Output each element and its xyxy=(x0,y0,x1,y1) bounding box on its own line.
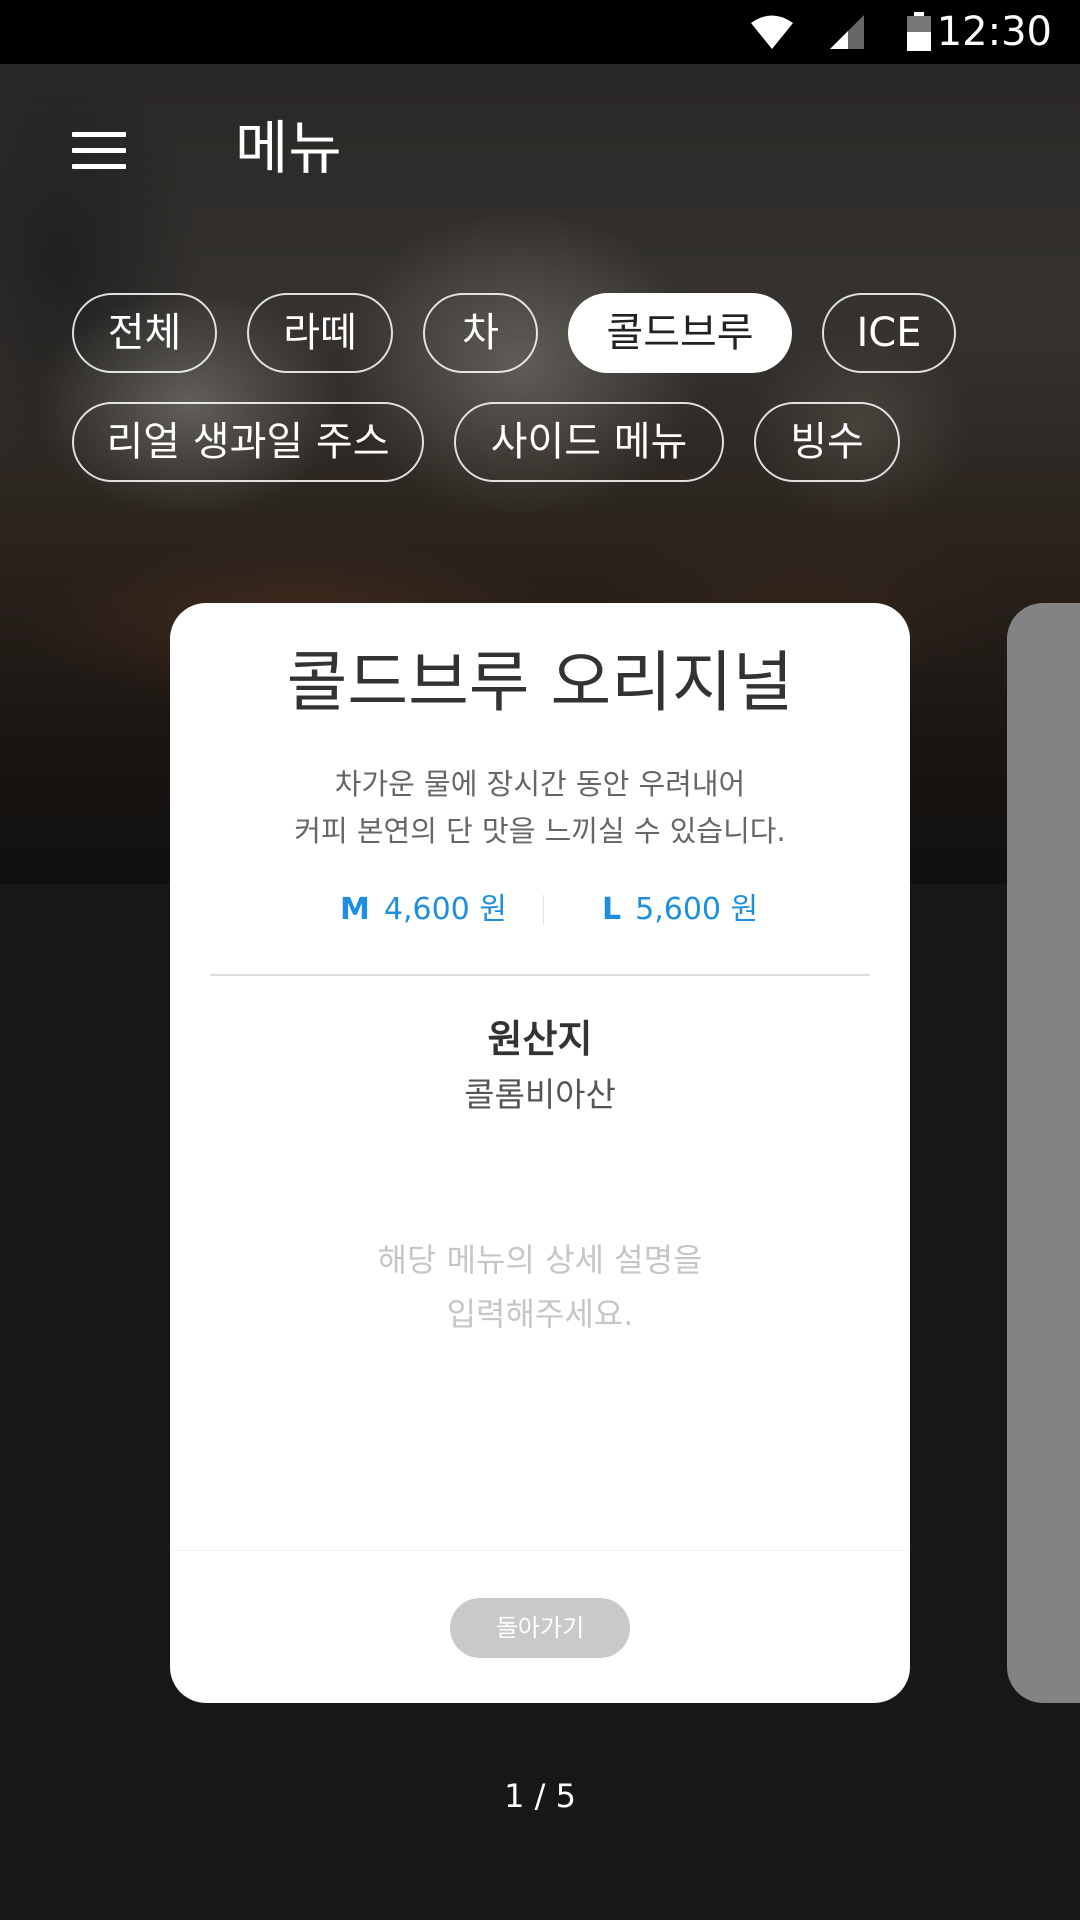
category-chip-bingsu[interactable]: 빙수 xyxy=(754,402,900,482)
menu-item-description: 차가운 물에 장시간 동안 우려내어 커피 본연의 단 맛을 느끼실 수 있습니… xyxy=(170,761,910,855)
menu-item-title: 콜드브루 오리지널 xyxy=(286,644,794,721)
category-chip-juice[interactable]: 리얼 생과일 주스 xyxy=(72,402,424,482)
price-row: M 4,600 원 L 5,600 원 xyxy=(170,885,910,935)
placeholder-line: 입력해주세요. xyxy=(446,1295,634,1333)
price-amount: 4,600 원 xyxy=(383,892,507,927)
category-chip-side-menu[interactable]: 사이드 메뉴 xyxy=(454,402,724,482)
price-size-label: M xyxy=(340,892,370,927)
price-amount: 5,600 원 xyxy=(635,892,759,927)
battery-icon xyxy=(907,12,931,51)
page-title: 메뉴 xyxy=(235,114,342,182)
card-footer-divider xyxy=(170,1550,910,1551)
menu-item-card[interactable]: 콜드브루 오리지널 차가운 물에 장시간 동안 우려내어 커피 본연의 단 맛을… xyxy=(170,603,910,1703)
description-line: 차가운 물에 장시간 동안 우려내어 xyxy=(334,767,746,801)
description-line: 커피 본연의 단 맛을 느끼실 수 있습니다. xyxy=(294,814,786,848)
category-chip-latte[interactable]: 라떼 xyxy=(247,293,393,373)
back-button[interactable]: 돌아가기 xyxy=(450,1598,630,1658)
price-size-label: L xyxy=(602,892,622,927)
detail-description-placeholder: 해당 메뉴의 상세 설명을 입력해주세요. xyxy=(170,1233,910,1341)
card-divider xyxy=(210,974,870,976)
page-indicator: 1 / 5 xyxy=(504,1777,576,1815)
status-bar: 12:30 xyxy=(0,0,1080,64)
hamburger-icon[interactable] xyxy=(72,130,126,170)
origin-value: 콜롬비아산 xyxy=(464,1075,616,1114)
status-time: 12:30 xyxy=(936,9,1052,55)
next-menu-card[interactable] xyxy=(1007,603,1080,1703)
cell-signal-icon xyxy=(830,15,864,49)
menu-screen: 12:30 메뉴 전체 라떼 차 콜드브루 ICE 리얼 생과일 주스 사이드 … xyxy=(0,0,1080,1920)
price-medium: M 4,600 원 xyxy=(340,885,507,935)
placeholder-line: 해당 메뉴의 상세 설명을 xyxy=(377,1241,703,1279)
category-chip-tea[interactable]: 차 xyxy=(423,293,538,373)
price-large: L 5,600 원 xyxy=(602,885,758,935)
price-separator xyxy=(543,895,544,925)
category-chip-ice[interactable]: ICE xyxy=(822,293,956,373)
category-chip-cold-brew[interactable]: 콜드브루 xyxy=(568,293,792,373)
category-chip-all[interactable]: 전체 xyxy=(72,293,217,373)
wifi-icon xyxy=(751,15,793,49)
origin-label: 원산지 xyxy=(487,1017,593,1061)
